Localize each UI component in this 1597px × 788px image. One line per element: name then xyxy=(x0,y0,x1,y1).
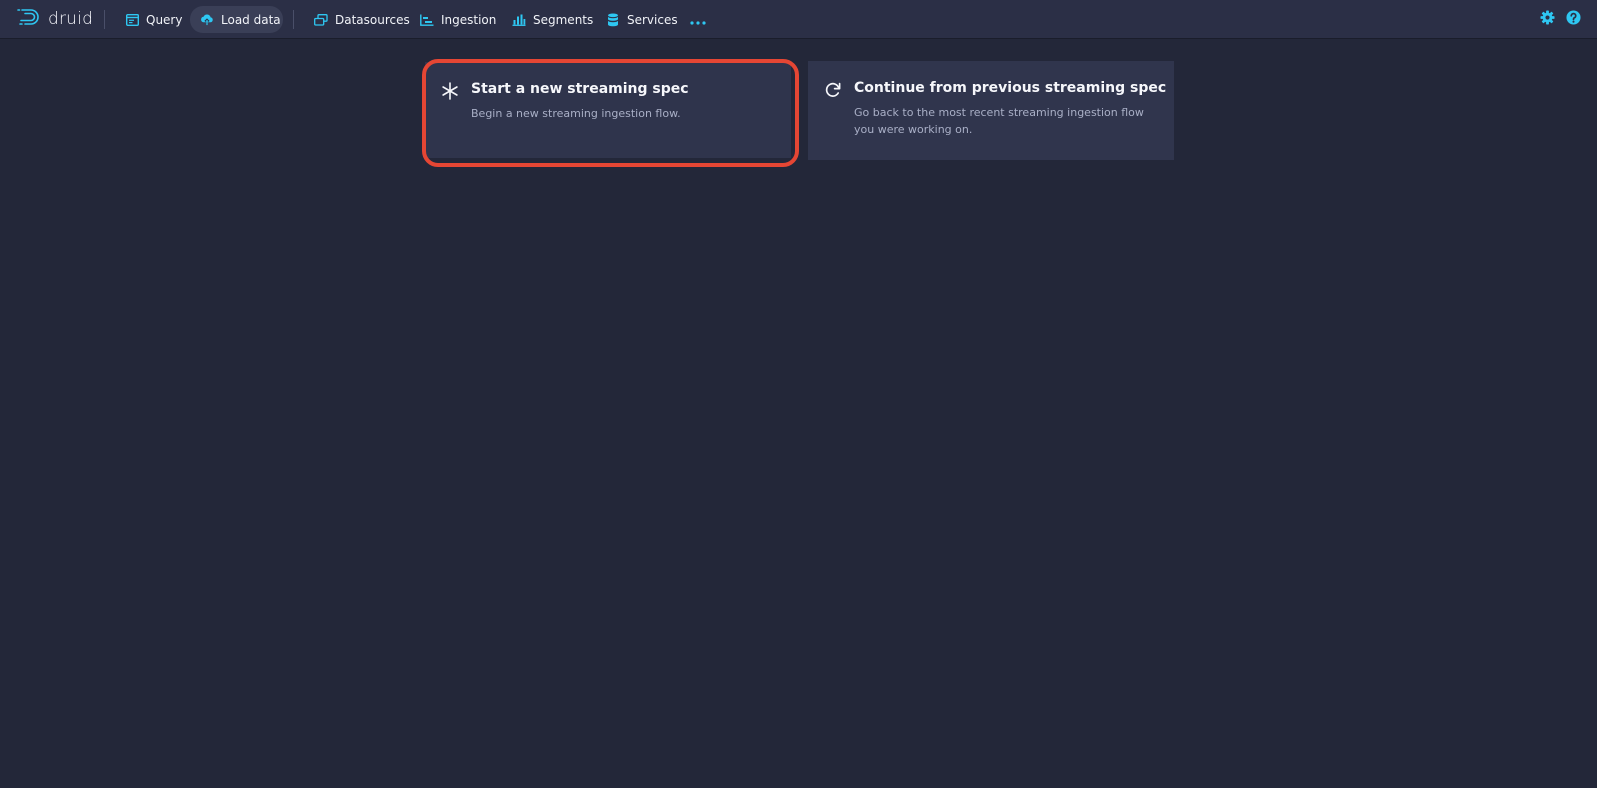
druid-logo-icon xyxy=(16,7,44,31)
card-description: Go back to the most recent streaming ing… xyxy=(854,106,1144,136)
card-title: Start a new streaming spec xyxy=(471,81,689,97)
start-new-spec-card[interactable]: Start a new streaming spec Begin a new s… xyxy=(425,62,791,158)
gear-icon xyxy=(1539,9,1555,29)
nav-divider xyxy=(293,10,294,29)
nav-item-load-data[interactable]: Load data xyxy=(190,6,283,33)
cloud-upload-icon xyxy=(200,13,214,27)
segments-icon xyxy=(512,13,526,27)
brand-logo[interactable]: druid xyxy=(16,7,93,31)
asterisk-icon xyxy=(441,82,459,100)
card-description: Begin a new streaming ingestion flow. xyxy=(471,107,681,120)
nav-item-label: Query xyxy=(146,12,183,27)
brand-name: druid xyxy=(48,9,94,29)
settings-button[interactable] xyxy=(1539,9,1555,29)
nav-item-segments[interactable]: Segments xyxy=(502,6,603,33)
more-button[interactable] xyxy=(683,6,713,33)
refresh-icon xyxy=(824,81,842,99)
nav-item-label: Ingestion xyxy=(441,12,497,27)
continue-previous-spec-card[interactable]: Continue from previous streaming spec Go… xyxy=(808,61,1174,160)
services-icon xyxy=(606,13,620,27)
nav-item-ingestion[interactable]: Ingestion xyxy=(410,6,506,33)
help-icon xyxy=(1565,9,1581,29)
more-icon xyxy=(690,10,706,29)
nav-item-services[interactable]: Services xyxy=(596,6,688,33)
ingestion-icon xyxy=(420,13,434,27)
nav-item-label: Segments xyxy=(533,12,594,27)
top-navbar: druid Query Load data Datasources Ingest… xyxy=(0,0,1597,39)
nav-item-query[interactable]: Query xyxy=(115,6,192,33)
nav-item-label: Datasources xyxy=(335,12,410,27)
card-title: Continue from previous streaming spec xyxy=(854,80,1167,96)
nav-item-datasources[interactable]: Datasources xyxy=(304,6,420,33)
query-icon xyxy=(125,13,139,27)
nav-item-label: Load data xyxy=(221,12,281,27)
nav-divider xyxy=(104,10,105,29)
nav-item-label: Services xyxy=(627,12,678,27)
help-button[interactable] xyxy=(1565,9,1581,29)
datasources-icon xyxy=(314,13,328,27)
